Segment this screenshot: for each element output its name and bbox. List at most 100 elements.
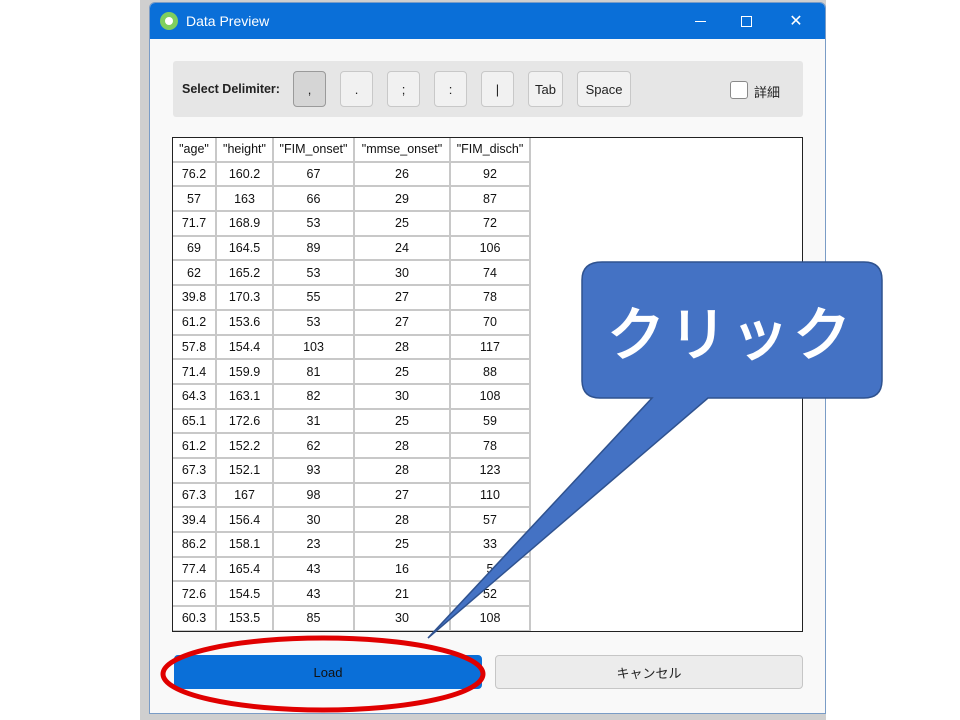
table-cell: 165.2 <box>217 261 274 287</box>
table-cell: 74 <box>451 261 531 287</box>
column-header: "FIM_onset" <box>274 138 355 163</box>
table-header-row: "age" "height" "FIM_onset" "mmse_onset" "FIM… <box>173 138 531 163</box>
table-cell: 81 <box>274 360 355 385</box>
table-cell: 61.2 <box>173 310 217 336</box>
table-cell: 28 <box>355 508 451 533</box>
table-cell: 106 <box>451 236 531 262</box>
table-row: 69 164.5 89 24 106 <box>173 236 531 262</box>
title-bar[interactable]: Data Preview ✕ <box>150 3 825 39</box>
delimiter-colon-button[interactable]: : <box>434 71 467 107</box>
table-cell: 76.2 <box>173 162 217 188</box>
table-cell: 77.4 <box>173 557 217 583</box>
table-cell: 82 <box>274 384 355 410</box>
table-cell: 23 <box>274 533 355 558</box>
table-row: 57 163 66 29 87 <box>173 187 531 213</box>
table-cell: 60.3 <box>173 607 217 631</box>
table-cell: 67.3 <box>173 458 217 484</box>
table-cell: 24 <box>355 236 451 262</box>
close-icon: ✕ <box>789 13 803 30</box>
table-cell: 108 <box>451 607 531 631</box>
table-cell: 55 <box>274 286 355 311</box>
table-cell: 170.3 <box>217 286 274 311</box>
table-row: 71.4 159.9 81 25 88 <box>173 360 531 385</box>
maximize-button[interactable] <box>723 3 769 39</box>
table-cell: 160.2 <box>217 162 274 188</box>
table-cell: 26 <box>355 162 451 188</box>
detail-label: 詳細 <box>754 85 781 100</box>
table-cell: 163.1 <box>217 384 274 410</box>
table-cell: 57 <box>173 187 217 213</box>
table-cell: 16 <box>355 557 451 583</box>
table-cell: 21 <box>355 582 451 608</box>
table-cell: 52 <box>451 582 531 608</box>
table-cell: 29 <box>355 187 451 213</box>
table-cell: 30 <box>355 261 451 287</box>
table-cell: 25 <box>355 360 451 385</box>
delimiter-semicolon-button[interactable]: ; <box>387 71 420 107</box>
table-cell: 43 <box>274 557 355 583</box>
table-cell: 59 <box>451 409 531 435</box>
delimiter-tab-button[interactable]: Tab <box>528 71 563 107</box>
table-row: 65.1 172.6 31 25 59 <box>173 409 531 435</box>
table-cell: 89 <box>274 236 355 262</box>
table-cell: 153.5 <box>217 607 274 631</box>
table-cell: 62 <box>274 434 355 459</box>
table-cell: 93 <box>274 458 355 484</box>
table-cell: 28 <box>355 458 451 484</box>
table-row: 60.3 153.5 85 30 108 <box>173 607 531 631</box>
table-cell: 27 <box>355 286 451 311</box>
load-button[interactable]: Load <box>174 655 482 689</box>
minimize-button[interactable] <box>677 3 723 39</box>
table-row: 39.4 156.4 30 28 57 <box>173 508 531 533</box>
delimiter-pipe-button[interactable]: | <box>481 71 514 107</box>
table-cell: 61.2 <box>173 434 217 459</box>
delimiter-space-button[interactable]: Space <box>577 71 631 107</box>
table-row: 76.2 160.2 67 26 92 <box>173 162 531 188</box>
table-row: 67.3 152.1 93 28 123 <box>173 458 531 484</box>
column-header: "height" <box>217 138 274 163</box>
screenshot-stage: Data Preview ✕ Select Delimiter: , . ; :… <box>0 0 960 720</box>
table-cell: 156.4 <box>217 508 274 533</box>
table-cell: 71.4 <box>173 360 217 385</box>
table-cell: 154.4 <box>217 335 274 361</box>
table-cell: 66 <box>274 187 355 213</box>
table-cell: 152.1 <box>217 458 274 484</box>
table-cell: 123 <box>451 458 531 484</box>
table-row: 61.2 152.2 62 28 78 <box>173 434 531 459</box>
delimiter-comma-button[interactable]: , <box>293 71 326 107</box>
table-cell: 65.1 <box>173 409 217 435</box>
delimiter-panel: Select Delimiter: , . ; : | Tab Space 詳細 <box>173 61 803 117</box>
table-row: 86.2 158.1 23 25 33 <box>173 533 531 558</box>
callout-text: クリック <box>606 301 855 369</box>
delimiter-label: Select Delimiter: <box>182 82 280 96</box>
table-cell: 72.6 <box>173 582 217 608</box>
close-button[interactable]: ✕ <box>773 3 819 39</box>
table-cell: 98 <box>274 483 355 509</box>
table-cell: 53 <box>274 310 355 336</box>
table-cell: 165.4 <box>217 557 274 583</box>
table-cell: 70 <box>451 310 531 336</box>
table-cell: 159.9 <box>217 360 274 385</box>
table-cell: 164.5 <box>217 236 274 262</box>
table-row: 77.4 165.4 43 16 5 <box>173 557 531 583</box>
table-cell: 62 <box>173 261 217 287</box>
column-header: "age" <box>173 138 217 163</box>
table-cell: 43 <box>274 582 355 608</box>
table-cell: 5 <box>451 557 531 583</box>
table-cell: 78 <box>451 434 531 459</box>
cancel-button[interactable]: キャンセル <box>495 655 803 689</box>
table-cell: 25 <box>355 409 451 435</box>
table-cell: 92 <box>451 162 531 188</box>
table-body: 76.2 160.2 67 26 92 57 163 66 29 87 71.7 168.9 53 25 7… <box>173 162 531 631</box>
table-cell: 53 <box>274 212 355 237</box>
table-cell: 154.5 <box>217 582 274 608</box>
table-row: 57.8 154.4 103 28 117 <box>173 335 531 361</box>
table-cell: 110 <box>451 483 531 509</box>
table-cell: 39.8 <box>173 286 217 311</box>
window-title: Data Preview <box>186 13 270 29</box>
table-cell: 108 <box>451 384 531 410</box>
table-cell: 69 <box>173 236 217 262</box>
detail-checkbox[interactable] <box>730 81 748 99</box>
delimiter-period-button[interactable]: . <box>340 71 373 107</box>
table-row: 39.8 170.3 55 27 78 <box>173 286 531 311</box>
